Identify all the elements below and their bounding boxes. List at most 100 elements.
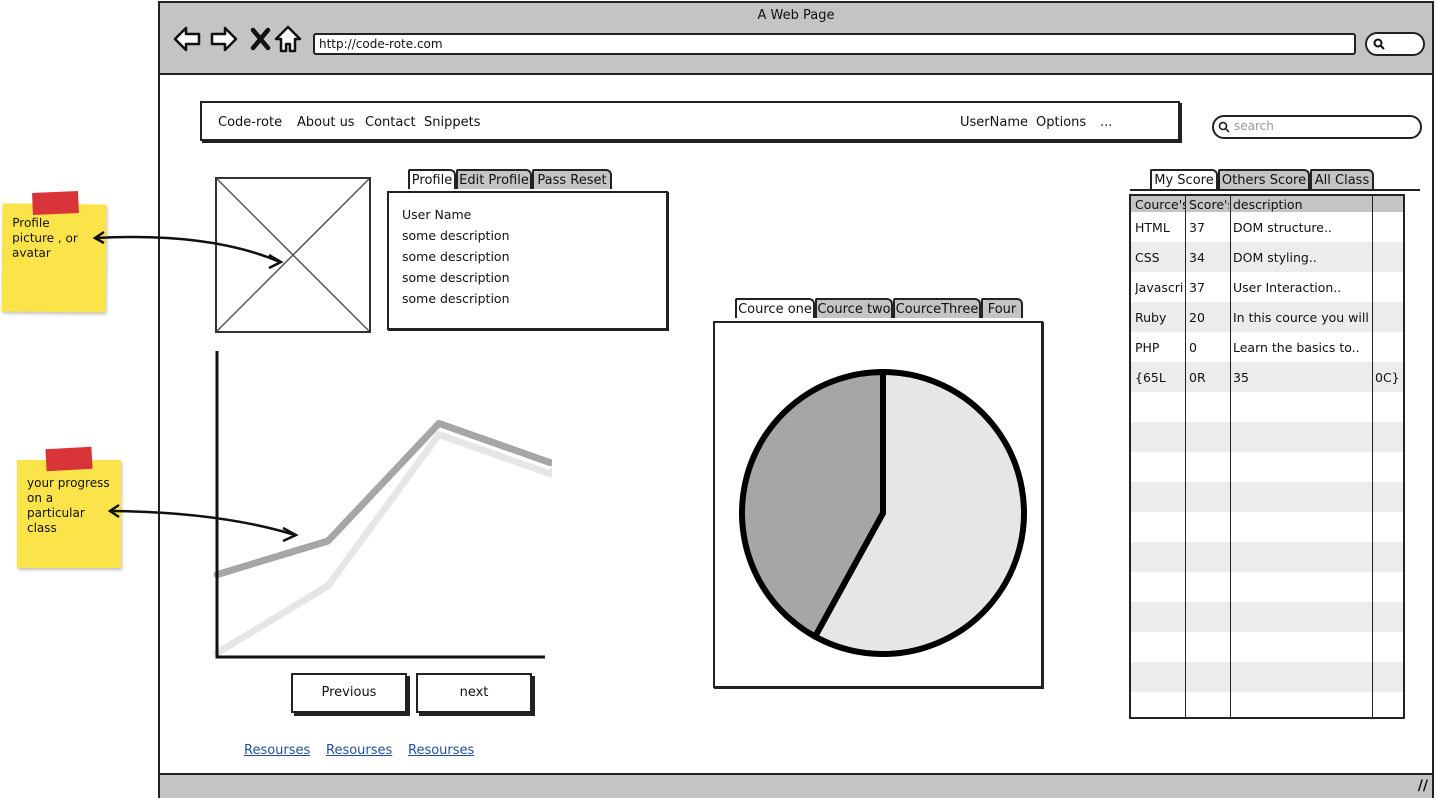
previous-button[interactable]: Previous bbox=[291, 673, 407, 713]
url-bar[interactable]: http://code-rote.com bbox=[313, 33, 1356, 55]
line-series-1 bbox=[213, 431, 552, 657]
table-row-empty bbox=[1131, 632, 1403, 662]
tab-course-three[interactable]: CourceThree bbox=[893, 298, 981, 318]
next-button[interactable]: next bbox=[416, 673, 532, 713]
search-placeholder: search bbox=[1234, 119, 1274, 133]
table-header-row: Cource's Score's description bbox=[1131, 196, 1403, 212]
nav-link-snippets[interactable]: Snippets bbox=[424, 115, 480, 130]
table-cell: 0 bbox=[1189, 340, 1197, 355]
profile-description: some description bbox=[402, 270, 510, 285]
nav-brand-link[interactable]: Code-rote bbox=[218, 115, 282, 130]
table-cell: CSS bbox=[1135, 250, 1160, 265]
table-cell: User Interaction.. bbox=[1233, 280, 1342, 295]
tab-all-class[interactable]: All Class bbox=[1310, 169, 1374, 189]
profile-username: User Name bbox=[402, 207, 472, 222]
table-cell: DOM styling.. bbox=[1233, 250, 1317, 265]
tab-others-score[interactable]: Others Score bbox=[1218, 169, 1310, 189]
nav-link-more[interactable]: ... bbox=[1100, 115, 1112, 130]
table-row-empty bbox=[1131, 482, 1403, 512]
table-row[interactable]: Javascri 37 User Interaction.. bbox=[1131, 272, 1403, 302]
table-row[interactable]: {65L 0R 35 0C} bbox=[1131, 362, 1403, 392]
table-cell: 0R bbox=[1189, 370, 1206, 385]
table-cell: 0C} bbox=[1375, 370, 1400, 385]
table-cell: Javascri bbox=[1135, 280, 1184, 295]
table-row[interactable]: HTML 37 DOM structure.. bbox=[1131, 212, 1403, 242]
course-pie-panel bbox=[713, 321, 1043, 688]
table-cell: 35 bbox=[1233, 370, 1249, 385]
browser-search-field[interactable] bbox=[1365, 32, 1425, 56]
browser-window: A Web Page http://code-rote.com Code-rot… bbox=[158, 1, 1434, 798]
magnifier-icon bbox=[1218, 121, 1230, 133]
back-arrow-icon[interactable] bbox=[172, 24, 202, 54]
close-x-icon[interactable] bbox=[246, 24, 276, 54]
nav-link-contact[interactable]: Contact bbox=[365, 115, 416, 130]
table-header-cell[interactable]: Cource's bbox=[1135, 197, 1185, 212]
profile-description: some description bbox=[402, 228, 510, 243]
table-cell: 37 bbox=[1189, 280, 1205, 295]
sticky-note-text: your progress on a particular class bbox=[27, 476, 110, 535]
resize-grip-icon[interactable]: // bbox=[1418, 778, 1428, 794]
table-cell: 20 bbox=[1189, 310, 1205, 325]
table-cell: In this cource you will le bbox=[1233, 310, 1371, 325]
tape bbox=[32, 191, 79, 216]
table-cell: DOM structure.. bbox=[1233, 220, 1332, 235]
table-row[interactable]: PHP 0 Learn the basics to.. bbox=[1131, 332, 1403, 362]
table-row-empty bbox=[1131, 572, 1403, 602]
sticky-note-progress: your progress on a particular class bbox=[17, 446, 121, 568]
table-cell: PHP bbox=[1135, 340, 1160, 355]
table-row-empty bbox=[1131, 602, 1403, 632]
tab-profile[interactable]: Profile bbox=[408, 169, 456, 189]
table-row-empty bbox=[1131, 692, 1403, 717]
tape bbox=[45, 446, 93, 472]
image-placeholder-icon bbox=[217, 179, 369, 331]
tab-my-score[interactable]: My Score bbox=[1150, 169, 1218, 189]
table-row[interactable]: Ruby 20 In this cource you will le bbox=[1131, 302, 1403, 332]
table-cell: 34 bbox=[1189, 250, 1205, 265]
nav-link-about[interactable]: About us bbox=[297, 115, 355, 130]
sticky-note-avatar: Profile picture , or avatar bbox=[1, 191, 107, 313]
column-divider bbox=[1372, 196, 1373, 717]
magnifier-icon bbox=[1373, 38, 1385, 50]
browser-titlebar: A Web Page http://code-rote.com bbox=[160, 3, 1432, 75]
tab-course-four[interactable]: Four bbox=[981, 298, 1023, 318]
column-divider bbox=[1230, 196, 1231, 717]
tab-edit-profile[interactable]: Edit Profile bbox=[456, 169, 532, 189]
table-row[interactable]: CSS 34 DOM styling.. bbox=[1131, 242, 1403, 272]
home-icon[interactable] bbox=[273, 24, 303, 54]
line-series-group bbox=[213, 419, 552, 657]
window-title: A Web Page bbox=[757, 8, 835, 23]
tab-pass-reset[interactable]: Pass Reset bbox=[532, 169, 612, 189]
resources-link[interactable]: Resourses bbox=[326, 743, 392, 758]
profile-description: some description bbox=[402, 249, 510, 264]
line-series-2 bbox=[213, 419, 552, 579]
table-row-empty bbox=[1131, 422, 1403, 452]
table-cell: 37 bbox=[1189, 220, 1205, 235]
nav-link-options[interactable]: Options bbox=[1036, 115, 1086, 130]
tab-course-one[interactable]: Cource one bbox=[735, 298, 815, 318]
chart-axes bbox=[215, 351, 545, 659]
table-header-cell[interactable]: Score's bbox=[1189, 197, 1229, 212]
forward-arrow-icon[interactable] bbox=[209, 24, 239, 54]
table-header-cell[interactable]: description bbox=[1233, 197, 1369, 212]
tab-baseline bbox=[1130, 189, 1420, 191]
table-row-empty bbox=[1131, 512, 1403, 542]
profile-description: some description bbox=[402, 291, 510, 306]
table-cell: HTML bbox=[1135, 220, 1170, 235]
table-row-empty bbox=[1131, 452, 1403, 482]
site-navbar: Code-rote About us Contact Snippets User… bbox=[200, 101, 1180, 141]
page-search-input[interactable]: search bbox=[1212, 115, 1422, 139]
sticky-note-text: Profile picture , or avatar bbox=[11, 215, 78, 260]
course-pie-chart bbox=[739, 369, 1027, 657]
table-row-empty bbox=[1131, 542, 1403, 572]
profile-panel: User Name some description some descript… bbox=[387, 191, 668, 330]
table-row-empty bbox=[1131, 392, 1403, 422]
browser-statusbar: // bbox=[160, 773, 1432, 798]
tab-course-two[interactable]: Cource two bbox=[815, 298, 893, 318]
nav-link-username[interactable]: UserName bbox=[960, 115, 1028, 130]
score-table: Cource's Score's description HTML 37 DOM… bbox=[1129, 194, 1405, 719]
table-cell: Ruby bbox=[1135, 310, 1167, 325]
resources-link[interactable]: Resourses bbox=[244, 743, 310, 758]
progress-line-chart bbox=[213, 351, 552, 659]
profile-avatar-placeholder bbox=[215, 177, 371, 333]
resources-link[interactable]: Resourses bbox=[408, 743, 474, 758]
